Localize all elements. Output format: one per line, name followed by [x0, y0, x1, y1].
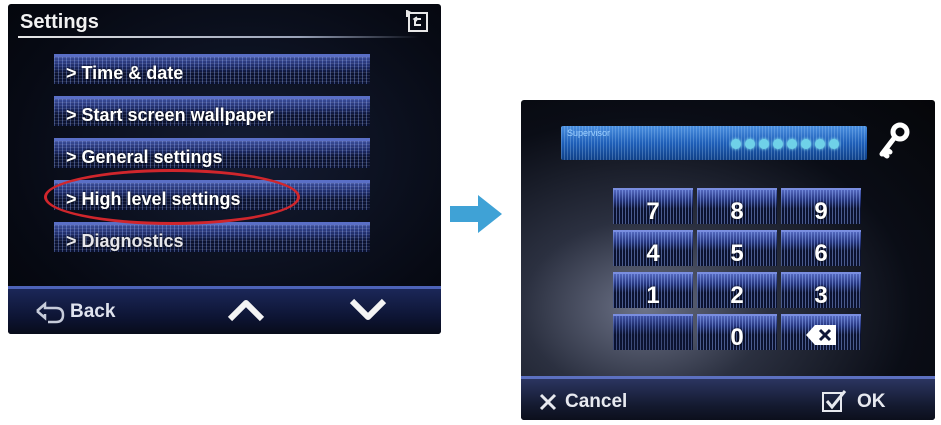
settings-screen: Settings > Time & date > Start screen wa… — [8, 4, 441, 334]
pin-dot — [759, 139, 769, 149]
cancel-button-label: Cancel — [565, 391, 628, 412]
key-0[interactable]: 0 — [697, 314, 777, 351]
pin-dot — [787, 139, 797, 149]
key-label: 7 — [646, 198, 660, 225]
pin-dot — [829, 139, 839, 149]
title-divider — [18, 36, 419, 38]
menu-item-general-settings[interactable]: > General settings — [54, 138, 370, 168]
key-blank — [613, 314, 693, 350]
pin-entry-screen: Supervisor 7 8 9 4 5 6 1 2 3 0 Cancel OK — [521, 100, 935, 420]
key-label: 5 — [730, 240, 744, 267]
back-button-label: Back — [70, 301, 116, 322]
backspace-button[interactable] — [781, 314, 861, 350]
backspace-icon — [806, 325, 836, 345]
key-1[interactable]: 1 — [613, 272, 693, 309]
pin-dot — [745, 139, 755, 149]
key-2[interactable]: 2 — [697, 272, 777, 309]
key-4[interactable]: 4 — [613, 230, 693, 267]
key-label: 9 — [814, 198, 828, 225]
ok-button-label: OK — [857, 391, 886, 412]
key-label: 2 — [730, 282, 744, 309]
return-icon[interactable] — [405, 10, 431, 34]
pin-dot — [815, 139, 825, 149]
pin-field-label: Supervisor — [567, 128, 611, 138]
key-7[interactable]: 7 — [613, 188, 693, 225]
chevron-down-icon[interactable] — [348, 297, 388, 323]
dialog-action-bar: Cancel OK — [521, 376, 935, 420]
key-icon — [879, 122, 910, 159]
back-arrow-icon — [36, 301, 65, 324]
key-8[interactable]: 8 — [697, 188, 777, 225]
key-label: 4 — [646, 240, 660, 267]
checkbox-icon — [822, 390, 847, 412]
key-6[interactable]: 6 — [781, 230, 861, 267]
pin-dot — [731, 139, 741, 149]
menu-item-label: > General settings — [66, 147, 223, 167]
key-9[interactable]: 9 — [781, 188, 861, 225]
key-label: 6 — [814, 240, 828, 267]
menu-item-label: > Time & date — [66, 63, 184, 83]
ok-button[interactable]: OK — [821, 387, 901, 415]
pin-dot — [773, 139, 783, 149]
key-3[interactable]: 3 — [781, 272, 861, 309]
pin-field[interactable]: Supervisor — [561, 126, 867, 160]
key-label: 8 — [730, 198, 744, 225]
bottom-nav-bar: Back — [8, 286, 441, 334]
cancel-button[interactable]: Cancel — [539, 389, 649, 415]
menu-item-start-screen-wallpaper[interactable]: > Start screen wallpaper — [54, 96, 370, 126]
page-title: Settings — [20, 11, 99, 33]
x-icon — [539, 393, 557, 411]
key-label: 0 — [730, 324, 744, 351]
pin-dots — [731, 136, 863, 150]
key-label: 1 — [646, 282, 660, 309]
chevron-up-icon[interactable] — [226, 297, 266, 323]
back-button[interactable]: Back — [34, 299, 124, 327]
highlight-annotation — [44, 169, 300, 225]
key-label: 3 — [814, 282, 828, 309]
menu-item-time-date[interactable]: > Time & date — [54, 54, 370, 84]
arrow-right-icon — [450, 195, 502, 233]
menu-item-label: > Diagnostics — [66, 231, 184, 251]
key-5[interactable]: 5 — [697, 230, 777, 267]
pin-dot — [801, 139, 811, 149]
title-bar: Settings — [12, 6, 437, 40]
menu-item-label: > Start screen wallpaper — [66, 105, 274, 125]
menu-item-diagnostics[interactable]: > Diagnostics — [54, 222, 370, 252]
